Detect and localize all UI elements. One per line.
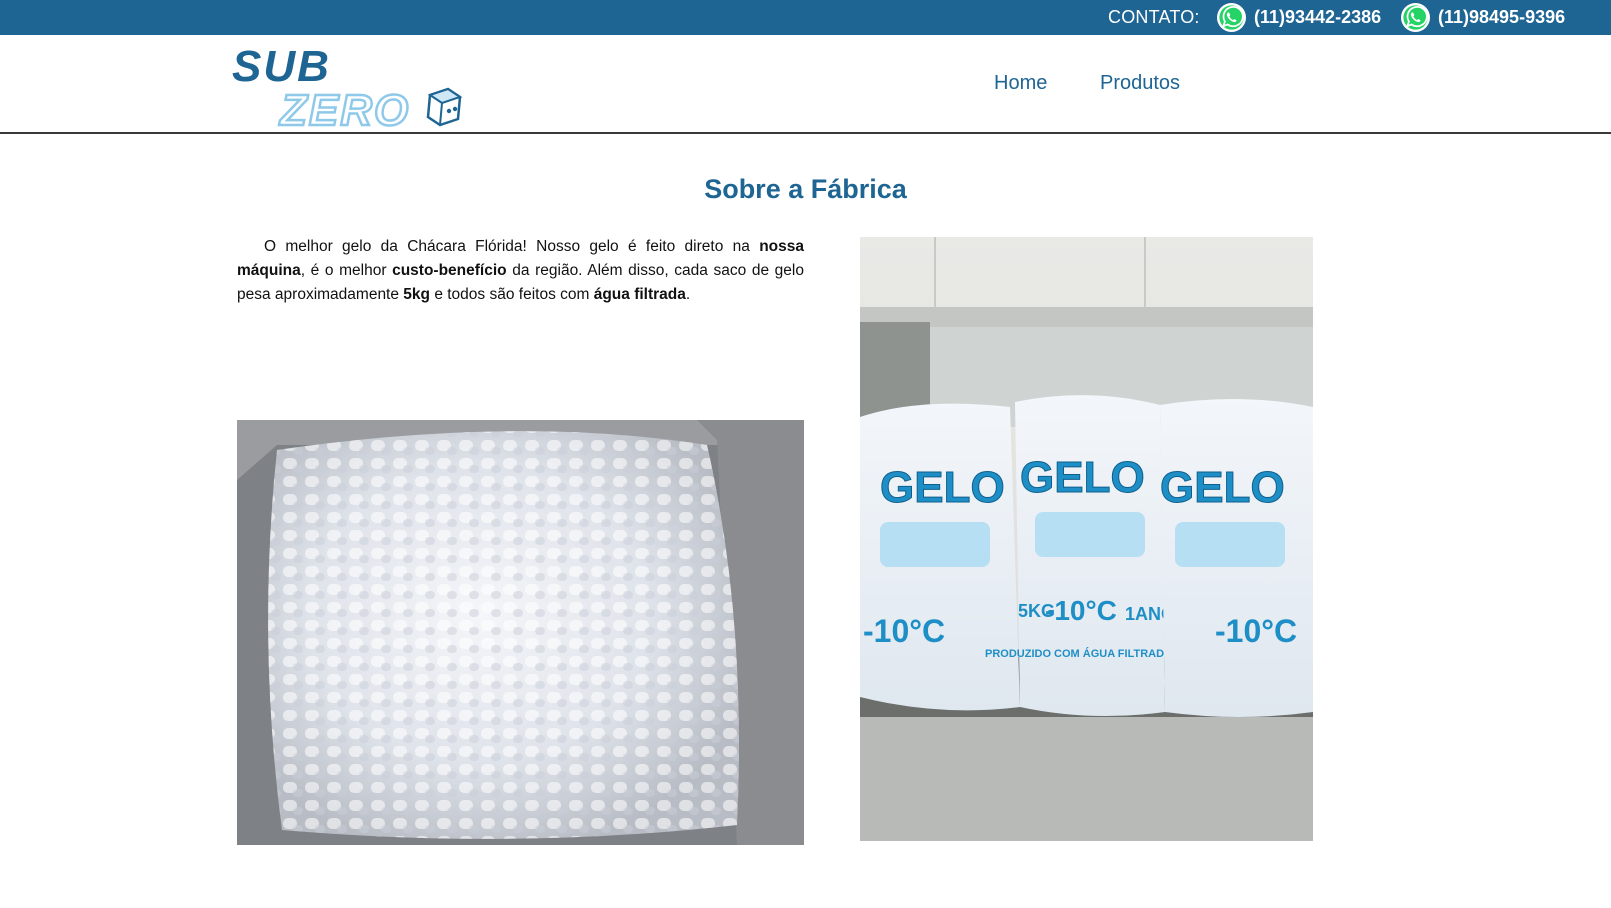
phone-link-2[interactable]: (11)98495-9396	[1400, 1, 1565, 34]
site-header: SUB ZERO Home Produtos	[0, 35, 1611, 134]
ice-machine-photo	[237, 420, 804, 845]
bag-tagline: PRODUZIDO COM ÁGUA FILTRADA	[985, 647, 1172, 660]
whatsapp-icon	[1216, 2, 1247, 33]
contact-label: CONTATO:	[1108, 7, 1200, 27]
bag-temp: -10°C	[863, 613, 945, 649]
ice-bag-1: GELO -10°C	[860, 403, 1020, 711]
ice-bags-image: GELO -10°C GELO 5KG -10°C 1ANO PRODUZIDO…	[860, 237, 1313, 841]
about-text-bold: 5kg	[403, 286, 431, 303]
about-text-segment: , é o melhor	[300, 262, 393, 279]
nav-produtos[interactable]: Produtos	[1100, 72, 1180, 95]
about-text-bold: custo-benefício	[392, 262, 507, 279]
phone-number-1: (11)93442-2386	[1254, 7, 1382, 27]
phone-number-2: (11)98495-9396	[1438, 7, 1566, 27]
about-paragraph: O melhor gelo da Chácara Flórida! Nosso …	[237, 235, 804, 307]
section-title-bold: Fábrica	[810, 174, 907, 204]
ice-bags-photo: GELO -10°C GELO 5KG -10°C 1ANO PRODUZIDO…	[860, 237, 1313, 841]
bag-temp: -10°C	[1045, 595, 1117, 626]
nav-home[interactable]: Home	[994, 72, 1047, 95]
bag-temp: -10°C	[1215, 613, 1297, 649]
about-text-segment: .	[685, 286, 691, 303]
logo-text-sub: SUB	[232, 43, 331, 91]
bag-brand: GELO	[880, 463, 1005, 512]
phone-link-1[interactable]: (11)93442-2386	[1216, 1, 1381, 34]
ice-machine-image	[237, 420, 804, 845]
bag-brand: GELO	[1020, 453, 1145, 502]
logo-text-zero: ZERO	[278, 86, 410, 129]
ice-cube-logo-icon	[426, 87, 463, 127]
section-title: Sobre a Fábrica	[0, 174, 1611, 205]
about-text-segment: e todos são feitos com	[430, 286, 594, 303]
whatsapp-icon	[1400, 2, 1431, 33]
about-text-segment: O melhor gelo da Chácara Flórida! Nosso …	[264, 238, 760, 255]
sub-zero-logo[interactable]: SUB ZERO	[230, 43, 466, 129]
bag-brand: GELO	[1160, 463, 1285, 512]
ice-bag-3: GELO -10°C	[1160, 398, 1313, 717]
about-text-bold: água filtrada	[593, 286, 686, 303]
top-contact-bar: CONTATO: (11)93442-2386 (11)98495-9396	[0, 0, 1611, 35]
section-title-prefix: Sobre a	[704, 174, 804, 204]
